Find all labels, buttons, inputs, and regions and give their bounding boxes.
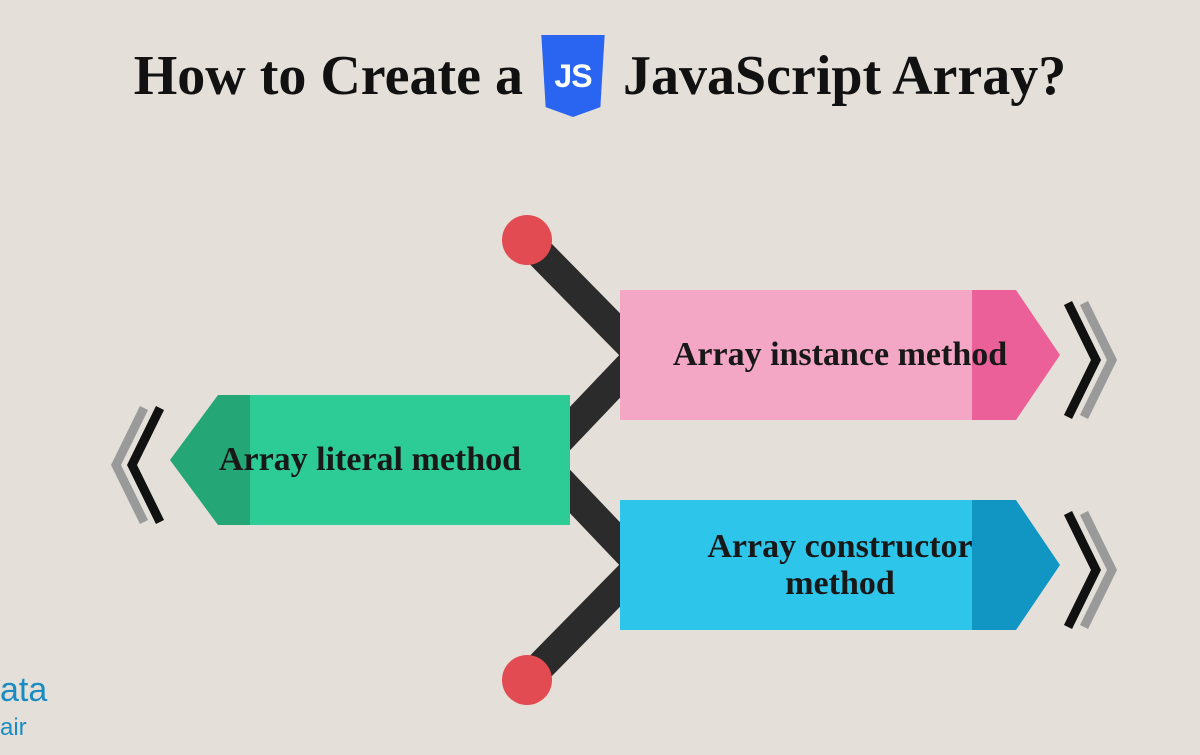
title-post: JavaScript Array? [623,44,1066,108]
diagram-container: Array literal method Array instance meth… [0,225,1200,745]
js-shield-icon: JS [537,35,609,117]
connector-dot-bottom [502,655,552,705]
js-badge-text: JS [537,35,609,117]
chevron-left-black-icon [126,400,166,530]
brand-watermark: ata air [0,673,47,741]
brand-line2: air [0,714,27,741]
arrow-array-instance: Array instance method [620,290,1060,420]
page-title: How to Create a JS JavaScript Array? [0,35,1200,117]
arrow-array-constructor: Array constructor method [620,500,1060,630]
chevron-right-grey-icon [1078,295,1118,425]
arrow-array-literal: Array literal method [170,395,570,525]
title-pre: How to Create a [134,44,523,108]
brand-line1: ata [0,671,47,709]
connector-dot-top [502,215,552,265]
arrow-up-label: Array instance method [643,336,1037,373]
arrow-down-label: Array constructor method [620,528,1060,603]
arrow-left-label: Array literal method [189,441,551,478]
chevron-right-grey2-icon [1078,505,1118,635]
